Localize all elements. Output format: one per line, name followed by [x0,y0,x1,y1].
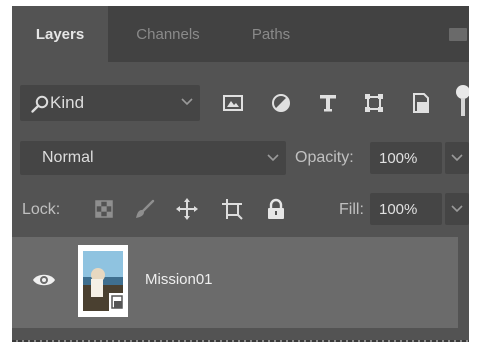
fill-label: Fill: [339,201,364,218]
opacity-label: Opacity: [295,149,354,166]
layers-panel: Layers Channels Paths Kind Normal Opacit… [12,6,469,342]
tab-channels[interactable]: Channels [114,6,222,62]
panel-bottom-edge [12,340,469,342]
tab-paths[interactable]: Paths [226,6,316,62]
tab-layers[interactable]: Layers [12,6,108,62]
opacity-dropdown-button[interactable] [445,142,469,174]
opacity-input[interactable]: 100% [370,142,442,174]
chevron-down-icon [267,154,279,162]
adjustment-filter-icon[interactable] [269,91,293,115]
panel-menu-icon[interactable] [449,28,467,41]
chevron-down-icon [181,98,193,106]
smart-object-filter-icon[interactable] [409,91,433,115]
filter-toggle-switch[interactable] [456,85,469,117]
lock-transparent-pixels-icon[interactable] [92,197,116,221]
search-icon [31,95,49,113]
lock-label: Lock: [22,201,61,218]
image-filter-icon[interactable] [221,91,245,115]
chevron-down-icon [451,154,463,162]
fill-dropdown-button[interactable] [445,193,469,225]
panel-tab-bar: Layers Channels Paths [12,6,469,62]
layer-row[interactable]: Mission01 [12,237,458,328]
lock-all-icon[interactable] [264,197,288,221]
type-filter-icon[interactable] [316,91,340,115]
filter-kind-select[interactable]: Kind [20,85,200,121]
opacity-value: 100% [379,150,418,167]
lock-position-icon[interactable] [175,197,199,221]
layer-thumbnail [78,245,128,317]
eye-icon[interactable] [32,271,56,289]
shape-filter-icon[interactable] [362,91,386,115]
filter-kind-label: Kind [50,93,85,112]
lock-image-pixels-icon[interactable] [133,197,157,221]
artboard-lock-icon[interactable] [220,197,244,221]
blend-mode-value: Normal [42,149,94,166]
chevron-down-icon [451,205,463,213]
fill-input[interactable]: 100% [370,193,442,225]
blend-mode-select[interactable]: Normal [20,141,286,175]
layer-name[interactable]: Mission01 [145,271,213,288]
fill-value: 100% [379,201,418,218]
